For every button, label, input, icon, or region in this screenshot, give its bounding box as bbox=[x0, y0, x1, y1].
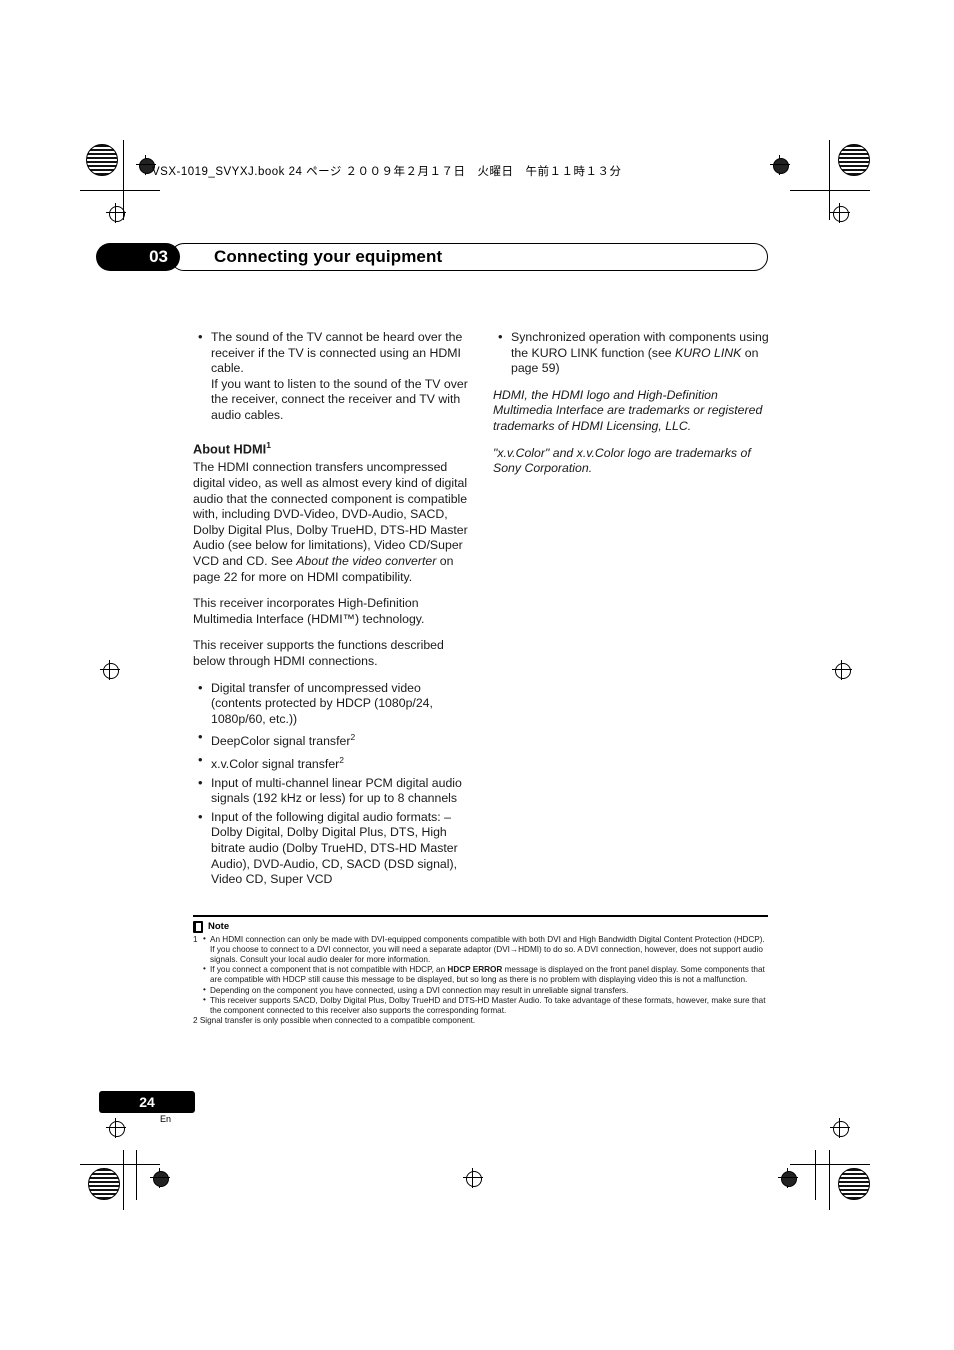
registration-target-bottom-left bbox=[150, 1168, 170, 1188]
trademark-notice-xvcolor: "x.v.Color" and x.v.Color logo are trade… bbox=[493, 445, 751, 476]
cross-reference-video-converter: About the video converter bbox=[296, 553, 437, 568]
crop-mark bbox=[123, 140, 124, 220]
hdmi-feature-list: Digital transfer of uncompressed video (… bbox=[193, 680, 473, 888]
about-hdmi-paragraph-1: The HDMI connection transfers uncompress… bbox=[193, 460, 468, 584]
footnote-ref-2: 2 bbox=[350, 732, 356, 743]
note-body: 1 An HDMI connection can only be made wi… bbox=[193, 934, 768, 1027]
registration-target-top-right bbox=[770, 155, 790, 175]
note-item: Depending on the component you have conn… bbox=[201, 985, 768, 996]
print-header-filename: VSX-1019_SVYXJ.book 24 ページ ２００９年２月１７日 火曜… bbox=[152, 166, 622, 178]
page-language-code: En bbox=[160, 1114, 172, 1124]
chapter-number: 03 bbox=[149, 247, 168, 266]
note-title: Note bbox=[208, 921, 230, 933]
hdcp-error-label: HDCP ERROR bbox=[447, 965, 503, 975]
registration-mark-bottom-right bbox=[838, 1168, 870, 1200]
note-marker-blank bbox=[193, 965, 201, 985]
section-heading-about-hdmi: About HDMI1 bbox=[193, 439, 271, 456]
note-header: Note bbox=[193, 920, 768, 933]
crop-mark bbox=[790, 190, 870, 191]
crop-mark bbox=[790, 1164, 870, 1165]
trademark-notice-hdmi: HDMI, the HDMI logo and High-Definition … bbox=[493, 387, 763, 433]
note-divider bbox=[193, 915, 768, 917]
note-footnote-2: 2 Signal transfer is only possible when … bbox=[193, 1016, 476, 1026]
note-marker-blank bbox=[193, 996, 201, 1016]
about-hdmi-paragraph-2: This receiver incorporates High-Definiti… bbox=[193, 596, 425, 626]
note-item: This receiver supports SACD, Dolby Digit… bbox=[201, 995, 768, 1016]
cross-reference-kuro-link: KURO LINK bbox=[675, 345, 742, 360]
note-marker-1: 1 bbox=[193, 934, 198, 944]
note-marker-blank bbox=[193, 986, 201, 996]
crop-mark bbox=[80, 1164, 160, 1165]
note-item: If you connect a component that is not c… bbox=[201, 964, 768, 985]
right-column: Synchronized operation with components u… bbox=[493, 329, 773, 488]
about-hdmi-paragraph-3: This receiver supports the functions des… bbox=[193, 638, 444, 668]
footnote-ref-1: 1 bbox=[266, 439, 271, 450]
crop-mark bbox=[80, 190, 160, 191]
list-item: DeepColor signal transfer2 bbox=[193, 729, 473, 750]
list-item: Digital transfer of uncompressed video (… bbox=[193, 680, 473, 728]
intro-bullet-list: The sound of the TV cannot be heard over… bbox=[193, 329, 473, 377]
crop-mark bbox=[136, 1150, 137, 1200]
registration-mark-bottom-left bbox=[88, 1168, 120, 1200]
list-item: Input of multi-channel linear PCM digita… bbox=[193, 775, 473, 807]
document-page: VSX-1019_SVYXJ.book 24 ページ ２００９年２月１７日 火曜… bbox=[0, 0, 954, 1350]
registration-target-left-edge-bottom bbox=[106, 1118, 126, 1138]
crop-mark bbox=[829, 1150, 830, 1210]
crop-mark bbox=[829, 140, 830, 220]
note-item: An HDMI connection can only be made with… bbox=[201, 934, 768, 966]
registration-target-bottom-right bbox=[778, 1168, 798, 1188]
chapter-header: 03 Connecting your equipment bbox=[96, 243, 768, 271]
crop-mark bbox=[123, 1150, 124, 1210]
page-number-badge: 24 bbox=[99, 1091, 195, 1113]
registration-target-mid-left bbox=[100, 660, 120, 680]
list-item: x.v.Color signal transfer2 bbox=[193, 752, 473, 773]
chapter-number-badge: 03 bbox=[96, 243, 180, 271]
note-icon bbox=[193, 920, 203, 933]
registration-target-right-edge-top bbox=[830, 203, 850, 223]
footnote-ref-2: 2 bbox=[339, 755, 344, 766]
left-column: The sound of the TV cannot be heard over… bbox=[193, 329, 473, 888]
list-item: Input of the following digital audio for… bbox=[193, 809, 473, 888]
page-number: 24 bbox=[139, 1094, 155, 1110]
list-item: Synchronized operation with components u… bbox=[493, 329, 773, 377]
registration-mark-top-left bbox=[86, 144, 118, 176]
registration-target-bottom-center bbox=[463, 1168, 483, 1188]
registration-mark-top-right bbox=[838, 144, 870, 176]
note-section: Note 1 An HDMI connection can only be ma… bbox=[193, 915, 768, 1026]
kuro-link-bullet-list: Synchronized operation with components u… bbox=[493, 329, 773, 377]
registration-target-right-edge-bottom bbox=[830, 1118, 850, 1138]
registration-target-mid-right bbox=[832, 660, 852, 680]
crop-mark bbox=[815, 1150, 816, 1200]
list-item: The sound of the TV cannot be heard over… bbox=[193, 329, 473, 377]
chapter-title: Connecting your equipment bbox=[214, 247, 443, 266]
intro-continuation: If you want to listen to the sound of th… bbox=[211, 376, 468, 422]
